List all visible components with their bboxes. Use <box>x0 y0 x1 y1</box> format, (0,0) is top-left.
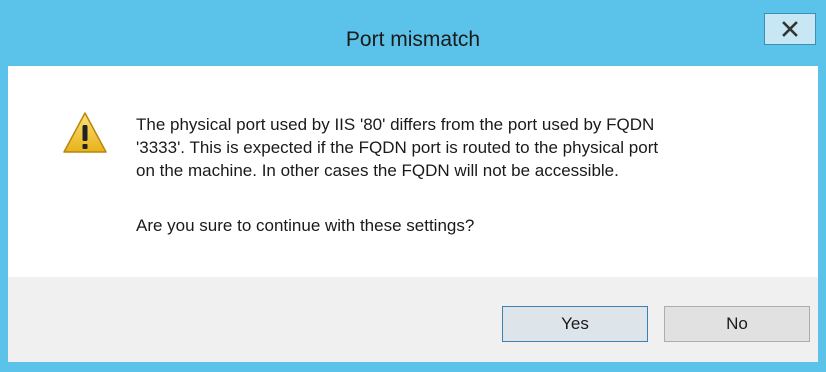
button-bar: Yes No <box>8 277 818 362</box>
close-icon <box>782 21 798 37</box>
no-button[interactable]: No <box>664 306 810 342</box>
dialog-content: The physical port used by IIS '80' diffe… <box>8 66 818 277</box>
close-button[interactable] <box>764 13 816 45</box>
question-text: Are you sure to continue with these sett… <box>136 216 475 235</box>
title-bar[interactable]: Port mismatch <box>0 0 826 66</box>
yes-button[interactable]: Yes <box>502 306 648 342</box>
port-mismatch-dialog: Port mismatch The physical port used by … <box>0 0 826 372</box>
message-text: The physical port used by IIS '80' diffe… <box>136 115 659 180</box>
window-border <box>0 362 826 372</box>
warning-triangle-icon <box>63 112 107 153</box>
dialog-title: Port mismatch <box>345 28 481 51</box>
